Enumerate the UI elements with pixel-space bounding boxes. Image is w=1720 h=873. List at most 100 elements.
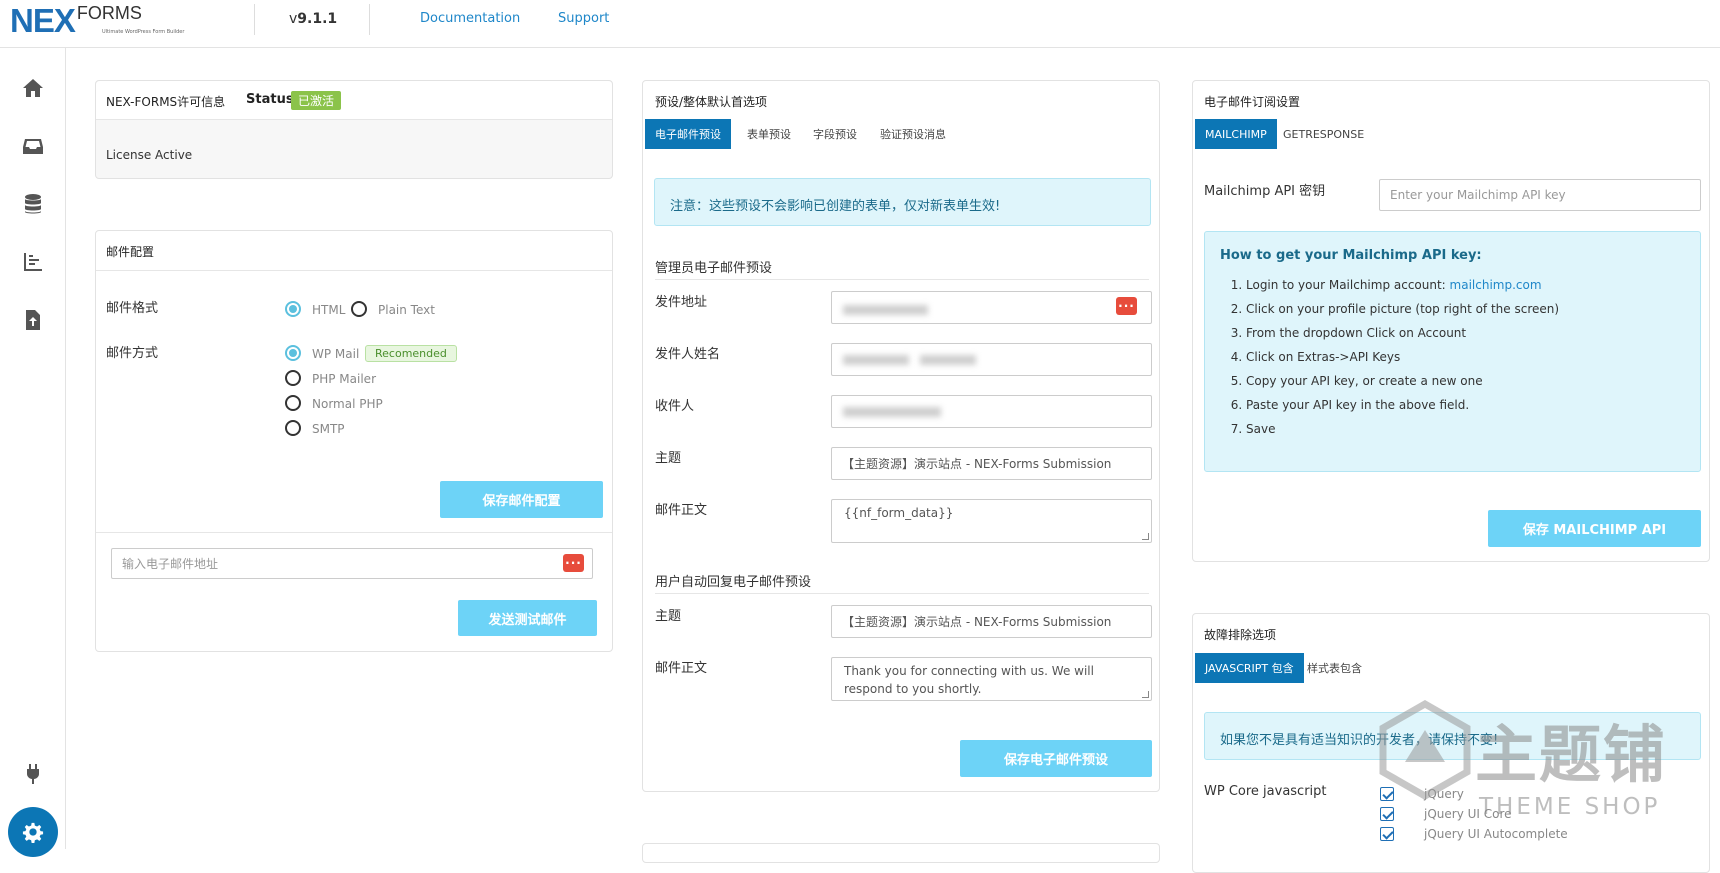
database-icon[interactable] — [21, 192, 45, 216]
method-normalphp-label: Normal PHP — [312, 397, 383, 411]
user-subject-label: 主题 — [655, 609, 682, 624]
user-subject-input[interactable]: 【主题资源】演示站点 - NEX-Forms Submission — [831, 605, 1152, 638]
jquery-ui-core-label: jQuery UI Core — [1424, 807, 1512, 821]
user-body-textarea[interactable]: Thank you for connecting with us. We wil… — [831, 657, 1152, 701]
admin-body-text: {{nf_form_data}} — [844, 506, 954, 520]
divider — [96, 532, 612, 533]
mail-config-title: 邮件配置 — [106, 245, 155, 259]
sidebar — [0, 48, 66, 857]
from-address-label: 发件地址 — [655, 295, 708, 310]
admin-body-textarea[interactable]: {{nf_form_data}} — [831, 499, 1152, 543]
settings-button[interactable] — [8, 807, 58, 857]
tab-javascript[interactable]: JAVASCRIPT 包含 — [1195, 653, 1304, 683]
next-panel — [642, 843, 1160, 863]
recommended-badge: Recomended — [365, 345, 457, 362]
howto-step: Login to your Mailchimp account: mailchi… — [1246, 275, 1685, 295]
license-status-text: License Active — [106, 148, 193, 162]
inbox-icon[interactable] — [21, 134, 45, 158]
format-html-label: HTML — [312, 303, 346, 317]
save-mailchimp-button[interactable]: 保存 MAILCHIMP API — [1488, 510, 1701, 547]
tab-validation-presets[interactable]: 验证预设消息 — [870, 119, 956, 149]
support-link[interactable]: Support — [558, 11, 609, 26]
nex-forms-logo: NEX FORMS Ultimate WordPress Form Builde… — [10, 2, 184, 39]
format-plain-label: Plain Text — [378, 303, 435, 317]
gear-icon — [22, 822, 44, 843]
file-upload-icon[interactable] — [21, 308, 45, 332]
documentation-link[interactable]: Documentation — [420, 11, 520, 26]
admin-subject-label: 主题 — [655, 451, 682, 466]
mail-format-label: 邮件格式 — [106, 301, 159, 316]
admin-body-label: 邮件正文 — [655, 503, 708, 518]
license-status-badge: 已激活 — [291, 91, 342, 110]
method-normalphp-radio[interactable] — [285, 395, 301, 411]
jquery-label: jQuery — [1424, 787, 1464, 801]
subscriptions-panel: 电子邮件订阅设置 MAILCHIMP GETRESPONSE Mailchimp… — [1192, 80, 1710, 562]
howto-step: Click on your profile picture (top right… — [1246, 299, 1685, 319]
subscriptions-title: 电子邮件订阅设置 — [1204, 95, 1301, 109]
format-plain-radio[interactable] — [351, 301, 367, 317]
mail-config-panel: 邮件配置 邮件格式 HTML Plain Text 邮件方式 WP Mail R… — [95, 230, 613, 652]
mail-method-label: 邮件方式 — [106, 346, 159, 361]
admin-email-section-title: 管理员电子邮件预设 — [655, 261, 773, 276]
logo-main-text: NEX — [10, 2, 76, 39]
resize-handle[interactable] — [1142, 691, 1149, 698]
howto-step: Copy your API key, or create a new one — [1246, 371, 1685, 391]
format-html-radio[interactable] — [285, 301, 301, 317]
tab-form-presets[interactable]: 表单预设 — [737, 119, 801, 149]
method-phpmailer-label: PHP Mailer — [312, 372, 377, 386]
method-smtp-radio[interactable] — [285, 420, 301, 436]
user-body-label: 邮件正文 — [655, 661, 708, 676]
redacted-text — [843, 355, 909, 365]
admin-subject-input[interactable]: 【主题资源】演示站点 - NEX-Forms Submission — [831, 447, 1152, 480]
jquery-ui-autocomplete-label: jQuery UI Autocomplete — [1424, 827, 1568, 841]
method-wpmail-radio[interactable] — [285, 345, 301, 361]
tab-field-presets[interactable]: 字段预设 — [803, 119, 867, 149]
tab-email-presets[interactable]: 电子邮件预设 — [645, 119, 731, 149]
divider — [96, 270, 612, 271]
divider — [655, 593, 1149, 594]
jquery-checkbox[interactable] — [1380, 787, 1394, 801]
mailchimp-howto-box: How to get your Mailchimp API key: Login… — [1204, 231, 1701, 472]
send-test-email-button[interactable]: 发送测试邮件 — [458, 600, 597, 636]
redacted-text — [843, 407, 941, 417]
mailchimp-api-label: Mailchimp API 密钥 — [1204, 184, 1326, 199]
divider — [369, 4, 370, 35]
divider — [254, 4, 255, 35]
troubleshoot-title: 故障排除选项 — [1204, 628, 1277, 642]
divider — [655, 279, 1149, 280]
jquery-ui-autocomplete-checkbox[interactable] — [1380, 827, 1394, 841]
reports-icon[interactable] — [21, 250, 45, 274]
howto-title: How to get your Mailchimp API key: — [1220, 248, 1482, 263]
license-panel: NEX-FORMS许可信息 Status: 已激活 License Active — [95, 80, 613, 179]
more-options-icon[interactable]: ··· — [563, 554, 584, 572]
troubleshoot-panel: 故障排除选项 JAVASCRIPT 包含 样式表包含 如果您不是具有适当知识的开… — [1192, 613, 1710, 873]
recipients-label: 收件人 — [655, 399, 695, 414]
user-body-text: Thank you for connecting with us. We wil… — [844, 664, 1094, 696]
method-smtp-label: SMTP — [312, 422, 345, 436]
version-label: v9.1.1 — [289, 11, 338, 27]
more-options-icon[interactable]: ··· — [1116, 297, 1137, 315]
tab-getresponse[interactable]: GETRESPONSE — [1273, 119, 1374, 149]
method-wpmail-label: WP Mail — [312, 347, 360, 361]
howto-step: From the dropdown Click on Account — [1246, 323, 1685, 343]
method-phpmailer-radio[interactable] — [285, 370, 301, 386]
license-title: NEX-FORMS许可信息 — [106, 95, 226, 109]
from-name-label: 发件人姓名 — [655, 347, 721, 362]
save-mail-config-button[interactable]: 保存邮件配置 — [440, 481, 603, 518]
tab-stylesheets[interactable]: 样式表包含 — [1297, 653, 1372, 683]
logo-sub-text: FORMS — [76, 3, 142, 23]
home-icon[interactable] — [21, 76, 45, 100]
mailchimp-api-input[interactable]: Enter your Mailchimp API key — [1379, 179, 1701, 211]
wp-core-js-label: WP Core javascript — [1204, 784, 1327, 799]
test-email-input[interactable]: 输入电子邮件地址 — [111, 548, 593, 579]
mailchimp-link[interactable]: mailchimp.com — [1450, 278, 1542, 292]
resize-handle[interactable] — [1142, 533, 1149, 540]
presets-title: 预设/整体默认首选项 — [655, 95, 768, 109]
troubleshoot-notice: 如果您不是具有适当知识的开发者，请保持不变! — [1204, 712, 1701, 760]
plug-icon[interactable] — [21, 762, 45, 786]
save-email-presets-button[interactable]: 保存电子邮件预设 — [960, 740, 1152, 777]
redacted-text — [920, 355, 976, 365]
top-bar: NEX FORMS Ultimate WordPress Form Builde… — [0, 0, 1720, 48]
jquery-ui-core-checkbox[interactable] — [1380, 807, 1394, 821]
tab-mailchimp[interactable]: MAILCHIMP — [1195, 119, 1277, 149]
